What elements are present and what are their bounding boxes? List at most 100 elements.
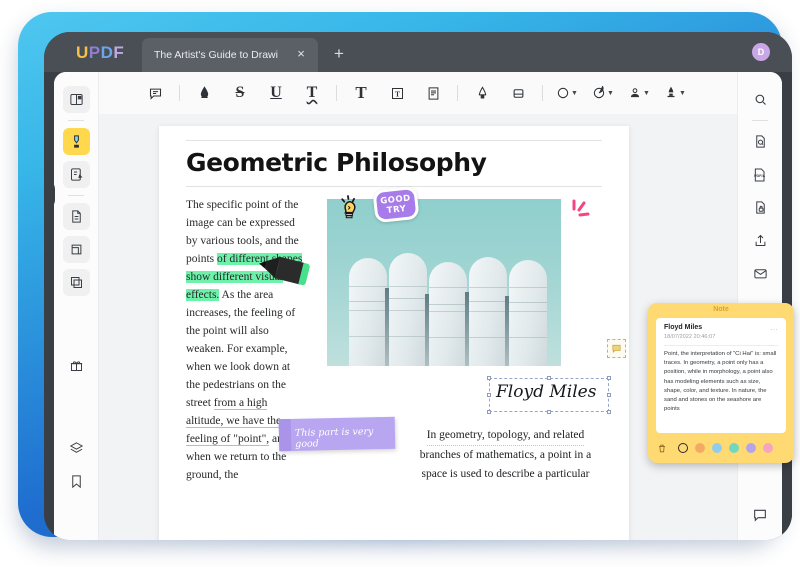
note-author: Floyd Miles <box>664 324 703 331</box>
toolbar-add-note[interactable] <box>142 80 168 106</box>
signature-stamp-icon <box>664 86 678 100</box>
document-image[interactable] <box>327 199 561 366</box>
purple-sticker-text: This part is very good <box>294 426 374 450</box>
toolbar-shape-style[interactable]: ▼ <box>590 80 616 106</box>
trash-icon[interactable] <box>657 443 667 454</box>
ocr-document-icon <box>753 134 768 149</box>
screenshot-root: UPDF The Artist's Guide to Drawi × + D S… <box>0 0 800 567</box>
sidebar-divider-2 <box>68 195 84 196</box>
toolbar-signature[interactable]: ▼ <box>662 80 688 106</box>
rightbar-item-search[interactable] <box>747 86 774 113</box>
sidebar-divider <box>68 120 84 121</box>
toolbar-text-box[interactable]: T <box>384 80 410 106</box>
stamp-person-icon <box>628 86 642 100</box>
squiggly-icon: T <box>306 84 318 101</box>
avatar[interactable]: D <box>752 43 770 61</box>
rightbar-item-comment-panel[interactable] <box>746 501 773 528</box>
comment-pin-marker[interactable] <box>607 339 626 358</box>
rightbar-item-share[interactable] <box>747 227 774 254</box>
signature-text: Floyd Miles <box>496 382 597 402</box>
comment-icon <box>611 343 622 354</box>
chevron-down-icon-2[interactable]: ▼ <box>607 90 614 97</box>
lightbulb-sticker[interactable] <box>339 194 365 224</box>
note-color-blue[interactable] <box>712 443 722 453</box>
sidebar-item-page-copy[interactable] <box>62 269 90 296</box>
toolbar-eraser[interactable] <box>505 80 531 106</box>
toolbar-divider-1 <box>179 85 180 101</box>
right-column-line-1: In geometry, topology, and related <box>426 426 585 446</box>
sidebar-item-layers[interactable] <box>63 435 90 462</box>
arch-2 <box>389 253 427 366</box>
toolbar-add-text[interactable]: T <box>348 80 374 106</box>
toolbar-divider-2 <box>336 85 337 101</box>
close-icon[interactable]: × <box>294 47 308 61</box>
note-color-selected[interactable] <box>678 443 688 453</box>
note-color-purple[interactable] <box>746 443 756 453</box>
note-color-orange[interactable] <box>695 443 705 453</box>
toolbar-underline-text[interactable]: U <box>263 80 289 106</box>
note-lines-icon <box>426 86 441 101</box>
document-tab-title: The Artist's Guide to Drawi <box>154 49 278 61</box>
right-column-line-3: space is used to describe a particular <box>421 468 590 480</box>
sidebar-item-edit-pdf[interactable] <box>62 161 90 188</box>
good-try-sticker[interactable]: GOOD TRY <box>372 185 420 224</box>
note-color-pink[interactable] <box>763 443 773 453</box>
note-popup-header: Note <box>713 306 729 313</box>
rightbar-item-protect[interactable] <box>747 194 774 221</box>
toolbar-sticky-note[interactable] <box>420 80 446 106</box>
sidebar-item-reader-view[interactable] <box>62 86 90 113</box>
signature-annotation[interactable]: Floyd Miles <box>487 376 611 414</box>
toolbar-squiggly-underline-text[interactable]: T <box>299 80 325 106</box>
half-circle-icon <box>592 86 606 100</box>
note-color-teal[interactable] <box>729 443 739 453</box>
logo-letter-u: U <box>76 43 89 62</box>
left-sidebar <box>54 72 99 540</box>
sidebar-item-gift-offer[interactable] <box>63 352 90 379</box>
window-title-bar: UPDF The Artist's Guide to Drawi × + D <box>44 32 792 72</box>
page-rule-top <box>186 140 602 141</box>
pink-burst-sticker <box>568 198 647 224</box>
share-upload-icon <box>753 233 768 248</box>
document-page: Geometric Philosophy The specific point … <box>159 126 629 540</box>
rightbar-item-pdfa[interactable]: PDF/A <box>747 161 774 188</box>
note-body-text[interactable]: Point, the interpretation of "Ci Hai" is… <box>664 350 778 414</box>
chevron-down-icon-3[interactable]: ▼ <box>643 90 650 97</box>
sidebar-item-organize-pages[interactable] <box>62 203 90 230</box>
toolbar-highlight-text[interactable] <box>191 80 217 106</box>
toolbar-shapes[interactable]: ▼ <box>554 80 580 106</box>
toolbar-pencil-draw[interactable] <box>469 80 495 106</box>
chevron-down-icon[interactable]: ▼ <box>571 90 578 97</box>
note-popup[interactable]: Note Floyd Miles 18/07/2022 20:46:07 ⋯ P… <box>648 303 794 463</box>
logo-letter-f: F <box>113 43 125 62</box>
rightbar-item-ocr[interactable] <box>747 128 774 155</box>
arch-1 <box>349 258 387 366</box>
note-timestamp: 18/07/2022 20:46:07 <box>664 334 716 340</box>
underline-icon: U <box>270 84 282 101</box>
sidebar-item-bookmarks[interactable] <box>63 468 90 495</box>
document-viewport[interactable]: Geometric Philosophy The specific point … <box>99 114 737 540</box>
sidebar-item-crop-page[interactable] <box>62 236 90 263</box>
arch-4 <box>469 257 507 366</box>
document-tab[interactable]: The Artist's Guide to Drawi × <box>142 38 318 72</box>
pdfa-icon: PDF/A <box>752 167 768 183</box>
lock-document-icon <box>753 200 768 215</box>
sidebar-item-annotate-highlighter[interactable] <box>62 128 90 155</box>
text-icon: T <box>355 83 367 102</box>
arch-3 <box>429 262 467 366</box>
page-icon <box>69 209 84 224</box>
book-open-icon <box>69 92 84 107</box>
note-more-options-button[interactable]: ⋯ <box>770 325 779 334</box>
new-tab-button[interactable]: + <box>330 45 348 63</box>
toolbar-stamp[interactable]: ▼ <box>626 80 652 106</box>
highlighter-icon <box>69 134 84 149</box>
paragraph-segment-2: As the area increases, the feeling of th… <box>186 289 296 409</box>
rightbar-item-mail[interactable] <box>747 260 774 287</box>
comment-box-icon <box>148 86 163 101</box>
logo-letter-d: D <box>100 43 114 62</box>
purple-note-sticker[interactable]: This part is very good <box>278 416 396 452</box>
good-try-line-2: TRY <box>386 203 407 216</box>
chevron-down-icon-4[interactable]: ▼ <box>679 90 686 97</box>
annotation-toolbar: S U T T T ▼ ▼ ▼ ▼ <box>99 72 737 114</box>
text-box-icon: T <box>390 86 405 101</box>
toolbar-strikethrough-text[interactable]: S <box>227 80 253 106</box>
